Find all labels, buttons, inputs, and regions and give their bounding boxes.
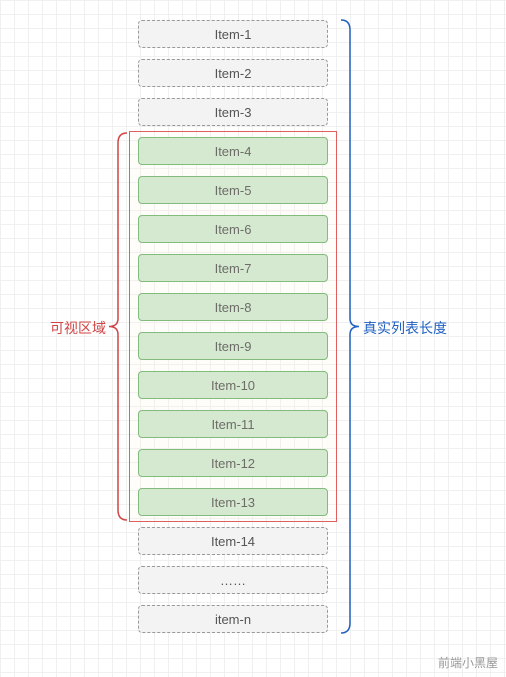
list-item: Item-7 — [138, 254, 328, 282]
list-item: item-n — [138, 605, 328, 633]
list-item: Item-1 — [138, 20, 328, 48]
list-item: Item-14 — [138, 527, 328, 555]
bracket-right — [341, 18, 359, 635]
list-item: Item-12 — [138, 449, 328, 477]
list-item: Item-10 — [138, 371, 328, 399]
list-item: Item-8 — [138, 293, 328, 321]
list-item: Item-4 — [138, 137, 328, 165]
list-item: Item-9 — [138, 332, 328, 360]
list-item: …… — [138, 566, 328, 594]
list-item: Item-2 — [138, 59, 328, 87]
watermark-text: 前端小黑屋 — [438, 654, 498, 671]
bracket-left — [109, 131, 127, 522]
list-item: Item-3 — [138, 98, 328, 126]
list-item: Item-5 — [138, 176, 328, 204]
list-item: Item-6 — [138, 215, 328, 243]
list-item: Item-13 — [138, 488, 328, 516]
label-full-list-length: 真实列表长度 — [363, 318, 447, 338]
diagram-stage: Item-1 Item-2 Item-3 Item-4 Item-5 Item-6 Item… — [0, 0, 506, 677]
item-list-column: Item-1 Item-2 Item-3 Item-4 Item-5 Item-6 Item… — [133, 20, 333, 644]
list-item: Item-11 — [138, 410, 328, 438]
label-visible-area: 可视区域 — [50, 318, 106, 338]
